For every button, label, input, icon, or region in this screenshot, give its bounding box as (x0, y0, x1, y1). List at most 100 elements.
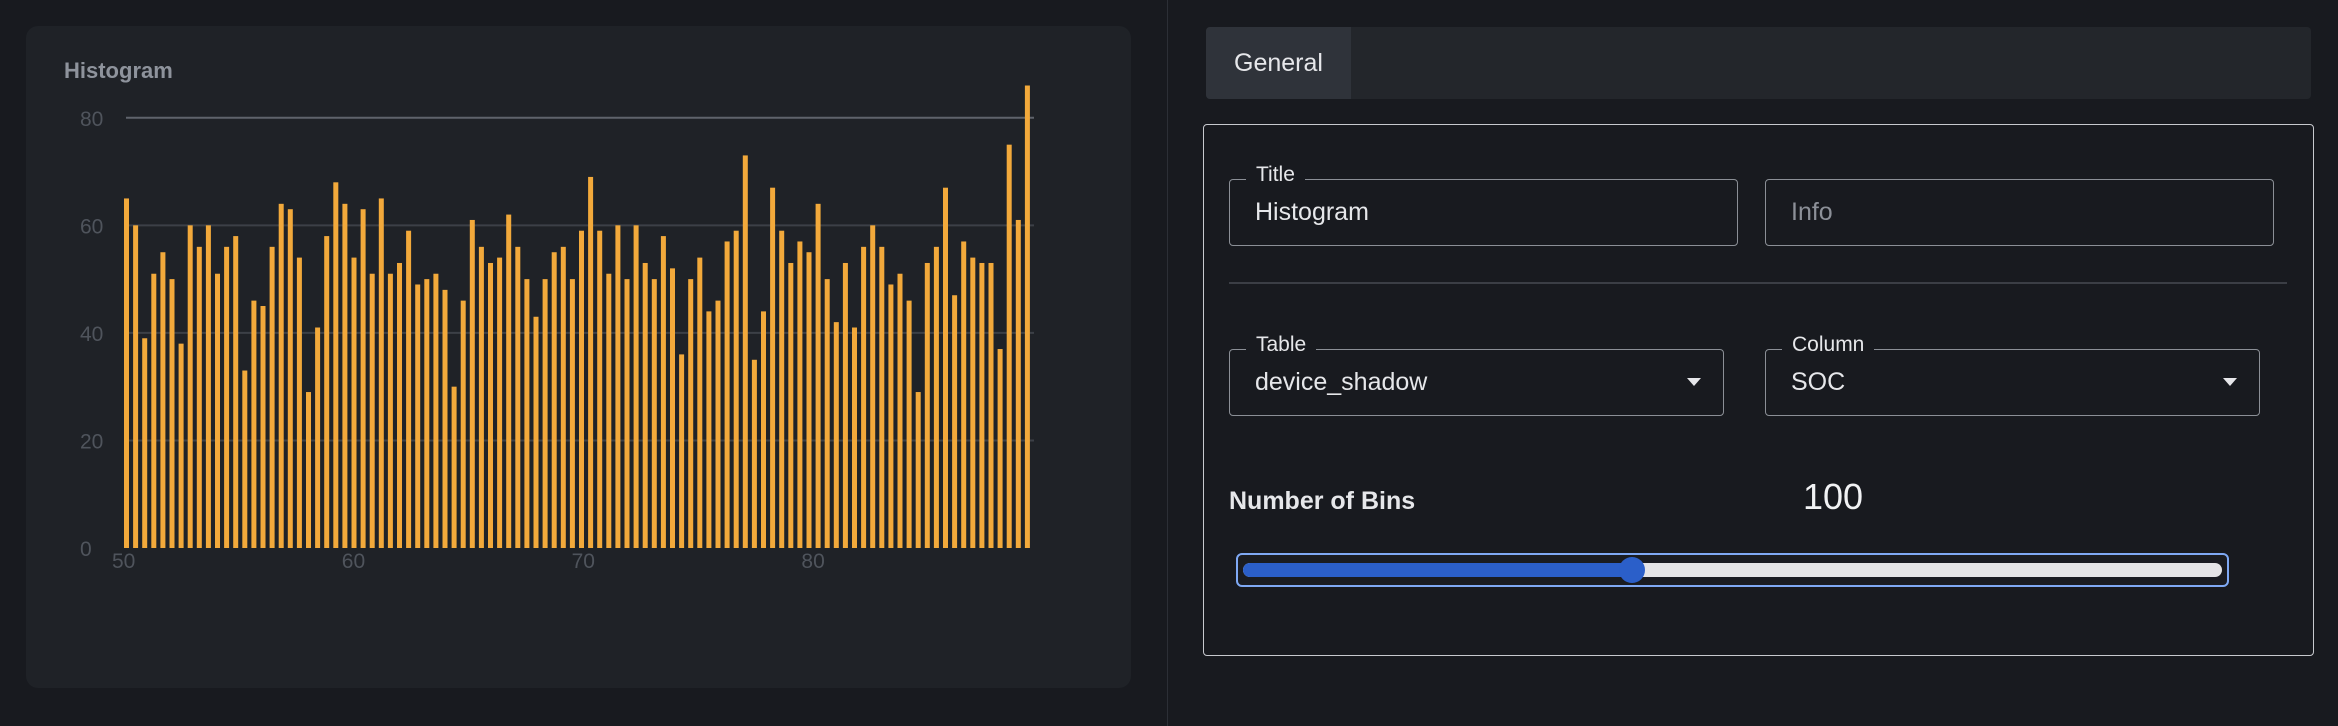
slider-thumb[interactable] (1619, 557, 1646, 583)
info-input-placeholder[interactable]: Info (1791, 180, 1833, 244)
tab-bar: General (1206, 27, 2311, 99)
histogram-bar (906, 300, 912, 548)
histogram-bar (861, 246, 867, 548)
histogram-bar (142, 338, 148, 548)
histogram-bar (797, 241, 803, 548)
slider-fill (1243, 563, 1633, 577)
histogram-bar (970, 257, 976, 548)
histogram-bar (560, 246, 566, 548)
title-input-value[interactable]: Histogram (1255, 180, 1369, 244)
histogram-bar (205, 225, 211, 549)
histogram-bar (697, 257, 703, 548)
histogram-bar (269, 246, 275, 548)
histogram-bar (133, 225, 139, 549)
histogram-bar (333, 182, 339, 549)
histogram-bar (569, 279, 575, 548)
title-field[interactable]: Title Histogram (1229, 163, 1738, 246)
histogram-bar (706, 311, 712, 548)
x-tick-label: 60 (342, 550, 365, 573)
histogram-bar (251, 300, 257, 548)
tab-general[interactable]: General (1206, 27, 1351, 99)
histogram-bar (1006, 144, 1012, 548)
chevron-down-icon[interactable] (2223, 378, 2237, 386)
histogram-bar (551, 252, 557, 548)
histogram-bar (151, 273, 157, 548)
histogram-bar (779, 230, 785, 548)
histogram-bar (488, 262, 494, 548)
histogram-bar (542, 279, 548, 548)
histogram-bar (342, 203, 348, 549)
histogram-chart: 0 20 40 60 80 50 60 70 80 (80, 85, 1034, 573)
histogram-bar (897, 273, 903, 548)
histogram-bar (670, 268, 676, 548)
histogram-bar (806, 252, 812, 548)
histogram-bar (369, 273, 375, 548)
histogram-bar (933, 246, 939, 548)
column-select-value[interactable]: SOC (1791, 350, 1845, 414)
info-field[interactable]: Info (1765, 179, 2274, 246)
histogram-bar (169, 279, 175, 548)
histogram-bar (124, 198, 130, 548)
y-tick-label: 80 (80, 108, 103, 131)
histogram-bar (187, 225, 193, 549)
histogram-bar (751, 359, 757, 548)
y-tick-label: 0 (80, 538, 92, 561)
histogram-bar (997, 349, 1003, 548)
histogram-bar (506, 214, 512, 549)
histogram-bar (943, 187, 949, 548)
bins-value: 100 (1803, 476, 1864, 517)
histogram-bar (360, 209, 366, 548)
histogram-bar (215, 273, 221, 548)
histogram-bar (160, 252, 166, 548)
histogram-bar (788, 262, 794, 548)
histogram-bar (579, 230, 585, 548)
histogram-bar (615, 225, 621, 549)
x-tick-label: 50 (112, 550, 135, 573)
histogram-bar (497, 257, 503, 548)
histogram-bar (824, 279, 830, 548)
histogram-bar (451, 386, 457, 548)
settings-form: Title Histogram Info Table device_shadow… (1203, 124, 2314, 656)
histogram-bar (833, 322, 839, 548)
table-select[interactable]: Table device_shadow (1229, 333, 1724, 416)
slider-track[interactable] (1243, 563, 2222, 577)
y-tick-label: 20 (80, 430, 103, 453)
histogram-bar (478, 246, 484, 548)
histogram-bar (624, 279, 630, 548)
histogram-bar (433, 273, 439, 548)
histogram-bar (770, 187, 776, 548)
histogram-bar (178, 343, 184, 548)
histogram-bar (415, 284, 421, 548)
histogram-bar (533, 316, 539, 548)
histogram-bar (306, 392, 312, 548)
column-select[interactable]: Column SOC (1765, 333, 2260, 416)
histogram-bar (870, 225, 876, 549)
histogram-bar (397, 262, 403, 548)
histogram-bar (296, 257, 302, 548)
histogram-bar (842, 262, 848, 548)
histogram-bar (378, 198, 384, 548)
x-tick-label: 80 (801, 550, 824, 573)
histogram-bar (651, 279, 657, 548)
histogram-bar (988, 262, 994, 548)
histogram-bar (1024, 85, 1030, 548)
histogram-card: Histogram 0 20 40 60 80 50 60 70 80 (26, 26, 1131, 688)
histogram-bar (424, 279, 430, 548)
chevron-down-icon[interactable] (1687, 378, 1701, 386)
preview-panel: Histogram 0 20 40 60 80 50 60 70 80 (0, 0, 1167, 726)
histogram-bar (460, 300, 466, 548)
histogram-bar (606, 273, 612, 548)
histogram-bar (742, 155, 748, 548)
histogram-bar (597, 230, 603, 548)
histogram-bar (387, 273, 393, 548)
histogram-bar (351, 257, 357, 548)
histogram-bar (733, 230, 739, 548)
bins-slider[interactable] (1236, 553, 2229, 587)
y-tick-label: 60 (80, 215, 103, 238)
histogram-bar (679, 354, 685, 548)
table-select-value[interactable]: device_shadow (1255, 350, 1427, 414)
histogram-bar (242, 370, 248, 548)
histogram-bar (524, 279, 530, 548)
histogram-bar (852, 327, 858, 548)
histogram-bar (315, 327, 321, 548)
